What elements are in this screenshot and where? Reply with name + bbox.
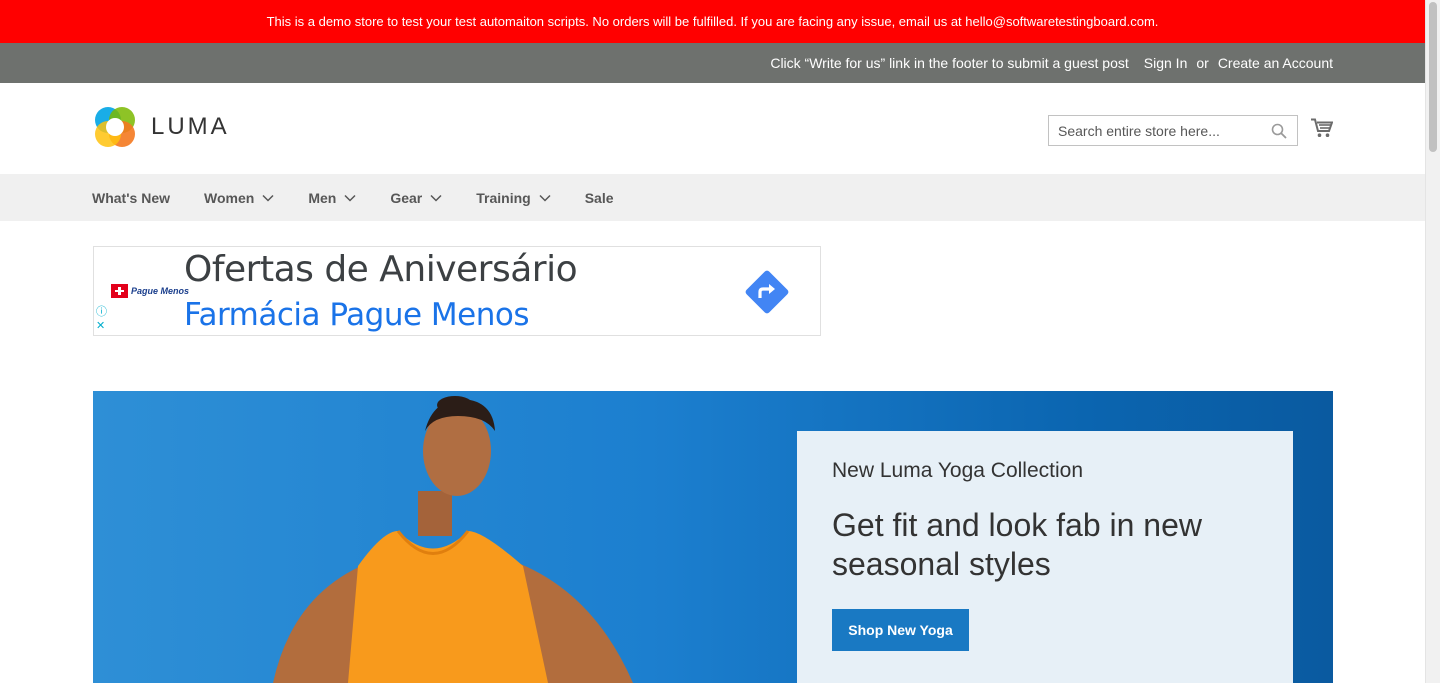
- nav-item-women[interactable]: Women: [204, 190, 274, 206]
- search-input[interactable]: [1049, 116, 1297, 145]
- nav-item-men[interactable]: Men: [308, 190, 356, 206]
- luma-logo-icon: [95, 107, 135, 147]
- top-links: Click “Write for us” link in the footer …: [770, 43, 1333, 83]
- chevron-down-icon: [430, 194, 442, 202]
- hero-kicker: New Luma Yoga Collection: [832, 459, 1083, 482]
- yoga-model-image: [273, 396, 633, 683]
- chevron-down-icon: [344, 194, 356, 202]
- nav-item-label: Men: [308, 189, 337, 206]
- page-scrollbar[interactable]: [1425, 0, 1440, 683]
- top-links-bar: Click “Write for us” link in the footer …: [0, 43, 1425, 83]
- nav-item-label: What's New: [92, 189, 171, 206]
- directions-arrow-icon[interactable]: [742, 267, 792, 317]
- hero-banner[interactable]: New Luma Yoga Collection Get fit and loo…: [93, 391, 1333, 683]
- hero-title: Get fit and look fab in new seasonal sty…: [832, 507, 1202, 582]
- info-icon[interactable]: ⓘ: [96, 305, 107, 319]
- create-account-link[interactable]: Create an Account: [1218, 55, 1333, 71]
- sign-in-link[interactable]: Sign In: [1144, 55, 1188, 71]
- main-navigation: What's New Women Men Gear Training Sale: [0, 174, 1425, 221]
- guest-post-notice: Click “Write for us” link in the footer …: [770, 55, 1129, 71]
- ad-controls: ⓘ ✕: [96, 305, 107, 333]
- site-header: LUMA: [0, 83, 1425, 174]
- or-separator: or: [1196, 55, 1209, 71]
- nav-item-sale[interactable]: Sale: [585, 190, 614, 206]
- chevron-down-icon: [262, 194, 274, 202]
- nav-item-label: Training: [476, 189, 531, 206]
- search-box: [1048, 115, 1298, 146]
- shop-new-yoga-button[interactable]: Shop New Yoga: [832, 609, 969, 651]
- close-icon[interactable]: ✕: [96, 319, 107, 333]
- luma-logo[interactable]: LUMA: [93, 105, 230, 149]
- ad-brand-logo: Pague Menos: [111, 284, 189, 298]
- demo-notice-text: This is a demo store to test your test a…: [266, 14, 1159, 29]
- cart-icon: [1311, 118, 1334, 137]
- nav-list: What's New Women Men Gear Training Sale: [92, 174, 648, 221]
- nav-item-training[interactable]: Training: [476, 189, 551, 206]
- nav-item-label: Sale: [584, 189, 614, 206]
- cross-icon: [111, 284, 128, 298]
- ad-brand-name: Pague Menos: [131, 286, 190, 296]
- chevron-down-icon: [539, 194, 551, 202]
- ad-banner[interactable]: Pague Menos Ofertas de Aniversário Farmá…: [93, 246, 821, 336]
- scrollbar-thumb[interactable]: [1429, 2, 1437, 152]
- logo-wordmark: LUMA: [151, 113, 230, 140]
- minicart-link[interactable]: [1311, 118, 1334, 143]
- nav-item-label: Gear: [390, 189, 423, 206]
- hero-promo-panel: New Luma Yoga Collection Get fit and loo…: [797, 431, 1293, 683]
- ad-title: Ofertas de Aniversário: [184, 249, 578, 290]
- nav-item-gear[interactable]: Gear: [390, 190, 442, 206]
- nav-item-whats-new[interactable]: What's New: [92, 190, 170, 206]
- ad-subtitle: Farmácia Pague Menos: [184, 297, 530, 333]
- nav-item-label: Women: [204, 189, 255, 206]
- search-icon[interactable]: [1271, 123, 1287, 139]
- demo-notice-bar: This is a demo store to test your test a…: [0, 0, 1425, 43]
